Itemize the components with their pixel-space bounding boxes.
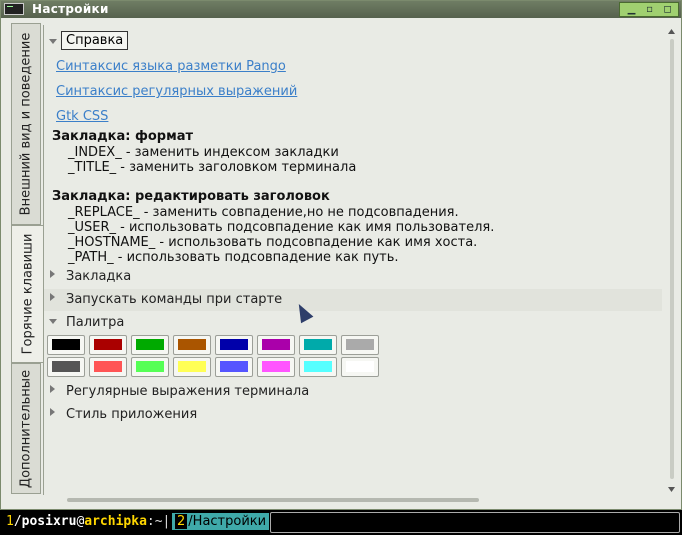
palette-swatch[interactable]	[47, 357, 85, 377]
shell-prompt: 1/posixru@archipka:~|	[6, 514, 171, 529]
link-pango[interactable]: Синтаксис языка разметки Pango	[56, 59, 286, 74]
help-line: _REPLACE_ - заменить совпадение,но не по…	[68, 205, 459, 220]
task-label: Настройки	[192, 514, 267, 529]
palette-swatch[interactable]	[173, 335, 211, 355]
palette-color	[304, 339, 332, 350]
expander-right-icon	[50, 270, 55, 278]
prompt-host: archipka	[84, 514, 147, 529]
prompt-path: :~|	[146, 514, 171, 529]
palette-color	[178, 361, 206, 372]
settings-tabs: Внешний вид и поведение Горячие клавиши …	[11, 23, 43, 494]
palette-swatch[interactable]	[215, 357, 253, 377]
maximize-icon[interactable]: ▫	[642, 4, 657, 15]
section-palette-label: Палитра	[66, 315, 125, 330]
tab-hotkeys[interactable]: Горячие клавиши	[11, 225, 43, 363]
palette-color	[220, 339, 248, 350]
palette-color	[178, 339, 206, 350]
palette-color	[136, 339, 164, 350]
palette-color	[94, 361, 122, 372]
close-icon[interactable]: ◻	[660, 4, 675, 15]
section-style[interactable]: Стиль приложения	[44, 404, 662, 426]
command-input[interactable]	[270, 512, 680, 533]
tab-appearance-label: Внешний вид и поведение	[18, 32, 34, 216]
section-regex[interactable]: Регулярные выражения терминала	[44, 381, 662, 403]
section-regex-label: Регулярные выражения терминала	[66, 384, 310, 399]
horizontal-scroll-thumb[interactable]	[67, 498, 479, 502]
palette-swatch[interactable]	[341, 335, 379, 355]
palette-color	[304, 361, 332, 372]
scroll-down-icon[interactable]	[668, 487, 675, 492]
window-controls: ▁ ▫ ◻	[619, 2, 679, 17]
tab-edit-heading: Закладка: редактировать заголовок	[52, 189, 330, 204]
palette-swatch[interactable]	[299, 335, 337, 355]
tab-advanced[interactable]: Дополнительные	[11, 363, 41, 494]
help-expander[interactable]: Справка	[61, 31, 129, 50]
help-line: _TITLE_ - заменить заголовком терминала	[68, 160, 357, 175]
section-palette[interactable]: Палитра	[44, 312, 662, 334]
expander-down-icon[interactable]	[49, 39, 57, 44]
palette-color	[346, 361, 374, 372]
tab-appearance[interactable]: Внешний вид и поведение	[11, 23, 41, 225]
expander-right-icon	[50, 385, 55, 393]
title-bar[interactable]: Настройки ▁ ▫ ◻	[1, 1, 681, 18]
palette-swatch[interactable]	[89, 357, 127, 377]
terminal-icon	[4, 3, 24, 15]
preferences-window: Настройки ▁ ▫ ◻ Внешний вид и поведение …	[0, 0, 682, 510]
palette-color	[136, 361, 164, 372]
task-number: 2	[175, 514, 188, 529]
window-title: Настройки	[32, 2, 109, 16]
taskbar: 1/posixru@archipka:~| 2/Настройки	[0, 510, 682, 535]
expander-right-icon	[50, 293, 55, 301]
help-line: _INDEX_ - заменить индексом закладки	[68, 145, 339, 160]
expander-right-icon	[50, 408, 55, 416]
scroll-up-icon[interactable]	[668, 29, 675, 34]
palette-color	[220, 361, 248, 372]
palette-swatch[interactable]	[173, 357, 211, 377]
scroll-thumb[interactable]	[670, 39, 674, 479]
section-startup[interactable]: Запускать команды при старте	[44, 289, 662, 311]
section-style-label: Стиль приложения	[66, 407, 198, 422]
settings-content: Справка Синтаксис языка разметки Pango С…	[43, 25, 664, 495]
minimize-icon[interactable]: ▁	[624, 4, 639, 15]
link-regex[interactable]: Синтаксис регулярных выражений	[56, 84, 297, 99]
palette-color	[52, 361, 80, 372]
section-tab-label: Закладка	[66, 269, 132, 284]
palette-swatch[interactable]	[47, 335, 85, 355]
palette-color	[262, 361, 290, 372]
horizontal-scrollbar[interactable]	[67, 495, 659, 505]
tab-hotkeys-label: Горячие клавиши	[20, 233, 35, 355]
tab-advanced-label: Дополнительные	[18, 369, 34, 488]
palette-swatch[interactable]	[257, 357, 295, 377]
tab-format-heading: Закладка: формат	[52, 129, 194, 144]
palette-color	[52, 339, 80, 350]
palette-swatch[interactable]	[131, 357, 169, 377]
palette-swatch[interactable]	[215, 335, 253, 355]
taskbar-item-settings[interactable]: 2/Настройки	[172, 513, 270, 530]
palette-swatch[interactable]	[131, 335, 169, 355]
help-line: _HOSTNAME_ - использовать подсовпадение …	[68, 235, 478, 250]
palette-swatch[interactable]	[341, 357, 379, 377]
palette-swatch[interactable]	[89, 335, 127, 355]
vertical-scrollbar[interactable]	[665, 25, 678, 495]
palette-color	[262, 339, 290, 350]
palette-color	[346, 339, 374, 350]
expander-down-icon	[49, 319, 57, 324]
prompt-number: 1	[6, 514, 14, 529]
palette-color	[94, 339, 122, 350]
section-startup-label: Запускать команды при старте	[66, 292, 283, 307]
link-gtk-css[interactable]: Gtk CSS	[56, 109, 108, 124]
help-line: _PATH_ - использовать подсовпадение как …	[68, 250, 399, 265]
section-tab[interactable]: Закладка	[44, 266, 662, 288]
help-line: _USER_ - использовать подсовпадение как …	[68, 220, 495, 235]
prompt-user: posixru	[21, 514, 77, 529]
palette-swatch[interactable]	[299, 357, 337, 377]
palette-swatch[interactable]	[257, 335, 295, 355]
